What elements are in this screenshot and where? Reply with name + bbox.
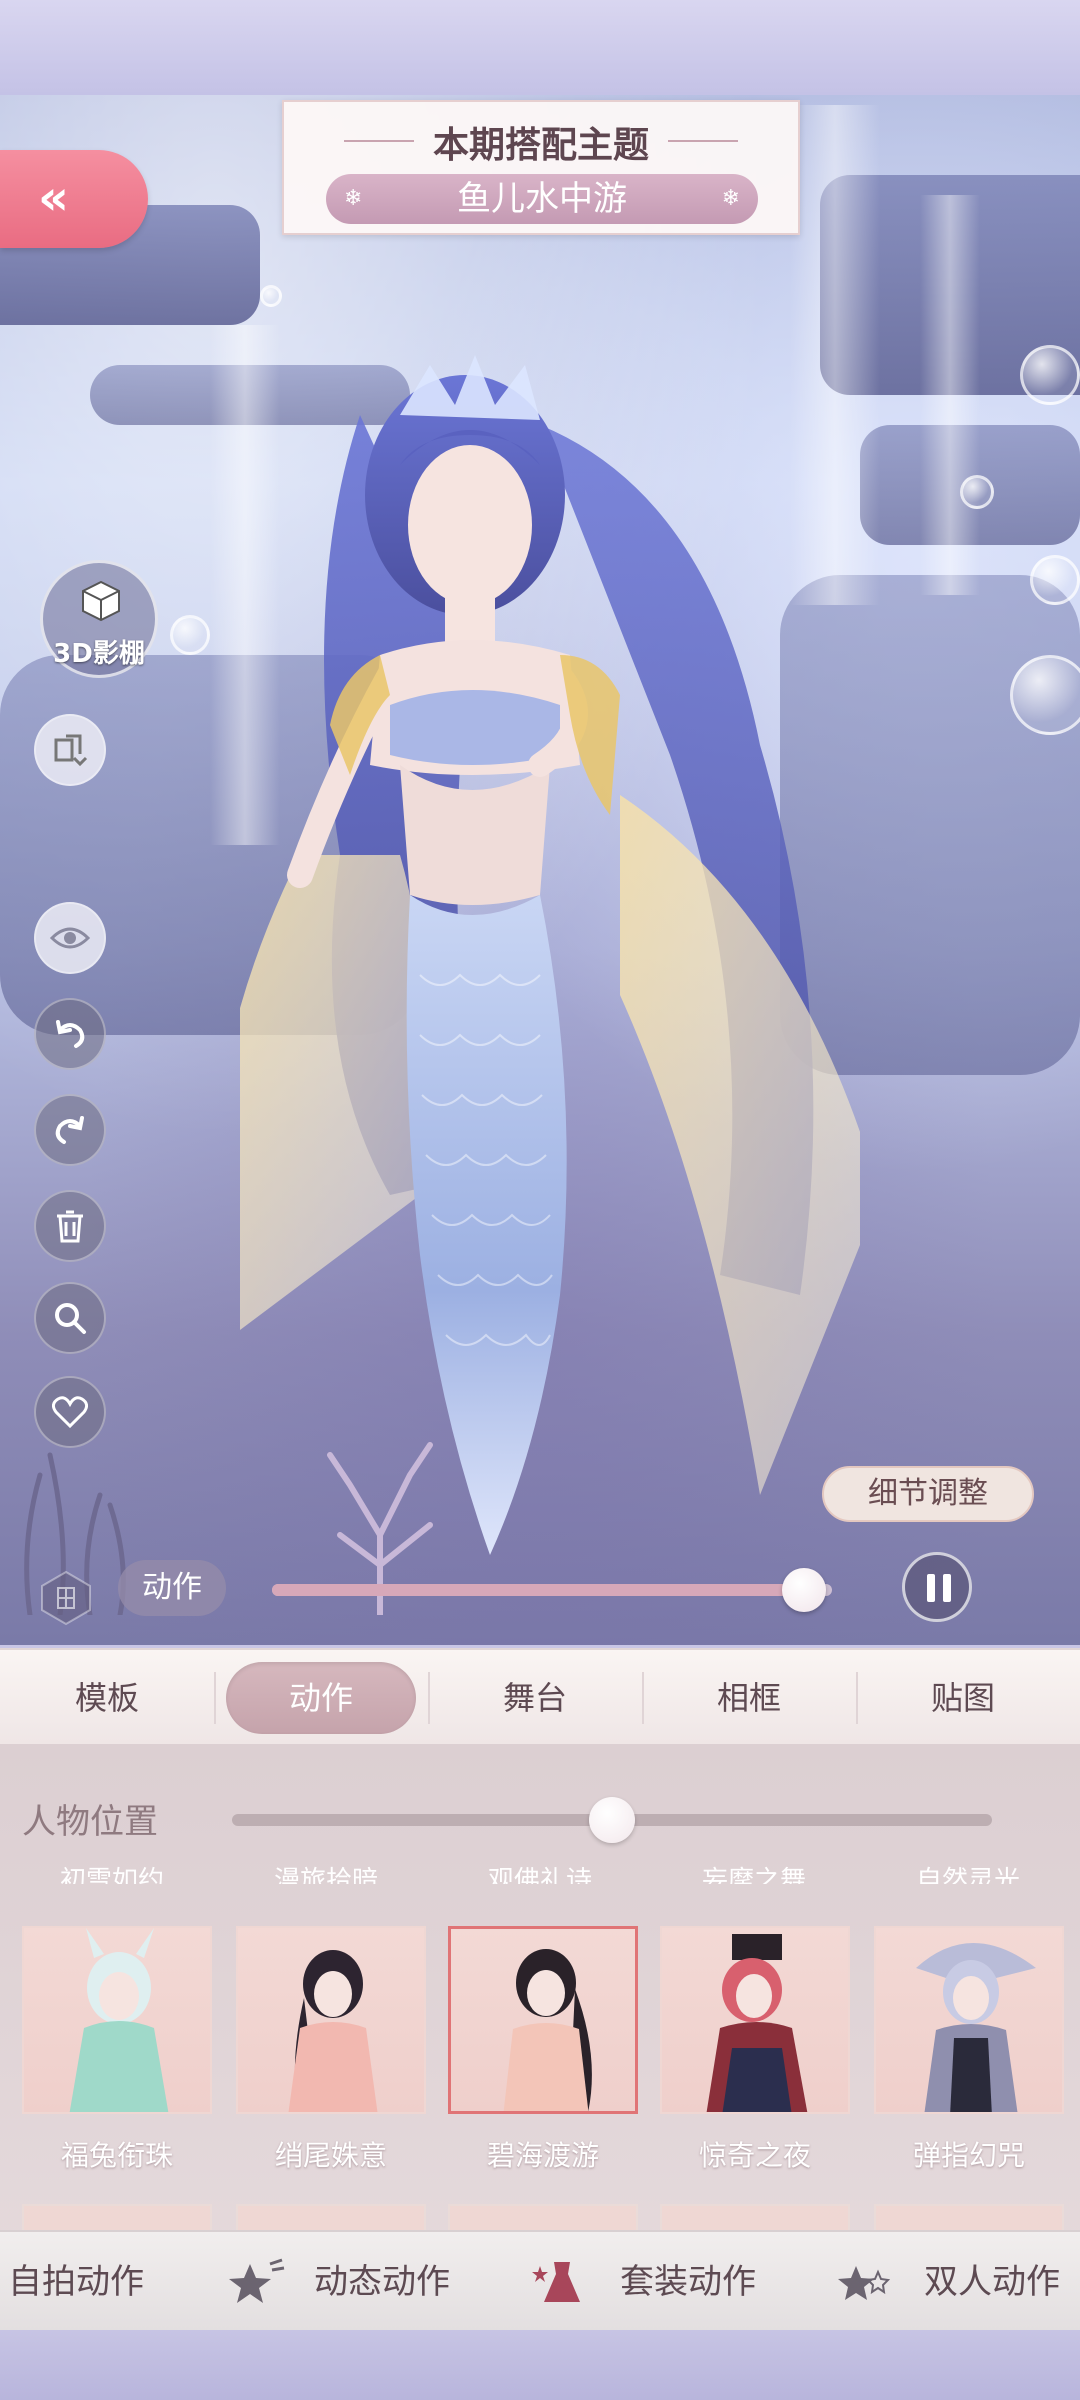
bubble-decoration — [1030, 555, 1080, 605]
row-label: 自然灵光 — [915, 1866, 1020, 1884]
tab-stage[interactable]: 舞台 — [428, 1650, 642, 1746]
nav-dynamic-action[interactable]: 动态动作 — [226, 2232, 450, 2332]
light-pillar — [920, 195, 980, 595]
divider — [668, 140, 738, 142]
heart-icon — [52, 1396, 88, 1428]
swap-pose-icon — [54, 734, 88, 767]
zoom-button[interactable] — [34, 1282, 106, 1354]
tab-label: 相框 — [716, 1679, 781, 1717]
theme-banner: 本期搭配主题 ❄ 鱼儿水中游 ❄ — [282, 100, 800, 235]
pause-button[interactable] — [902, 1552, 972, 1622]
cube-icon — [82, 580, 120, 622]
trash-icon — [57, 1210, 83, 1243]
undo-button[interactable] — [34, 998, 106, 1070]
top-status-strip — [0, 0, 1080, 95]
action-progress-slider[interactable] — [272, 1568, 832, 1612]
3d-studio-button[interactable]: 3D影棚 — [40, 560, 158, 678]
theme-name-pill: ❄ 鱼儿水中游 ❄ — [326, 174, 758, 224]
double-star-icon — [838, 2266, 891, 2300]
theme-title: 本期搭配主题 — [432, 124, 649, 166]
favorite-button[interactable] — [34, 1376, 106, 1448]
pose-thumbnail — [69, 1928, 169, 2112]
position-label: 人物位置 — [22, 1802, 158, 1842]
tab-sticker[interactable]: 贴图 — [856, 1650, 1070, 1746]
bubble-decoration — [170, 615, 210, 655]
character-model[interactable] — [240, 295, 860, 1645]
pose-card[interactable] — [874, 1926, 1064, 2114]
bubble-decoration — [960, 475, 994, 509]
row-label: 妄摩之舞 — [701, 1866, 806, 1884]
tab-label: 动作 — [288, 1679, 353, 1717]
pose-thumbnail — [503, 1949, 592, 2111]
pose-name: 碧海渡游 — [486, 2139, 599, 2172]
redo-icon — [55, 1116, 84, 1144]
tab-template[interactable]: 模板 — [0, 1650, 214, 1746]
tab-action[interactable]: 动作 — [214, 1650, 428, 1746]
3d-studio-label: 3D影棚 — [53, 639, 145, 669]
detail-adjust-button[interactable]: 细节调整 — [822, 1466, 1034, 1522]
nav-label: 双人动作 — [924, 2262, 1060, 2302]
row-label: 漫旅拾暗 — [273, 1866, 378, 1884]
action-label: 动作 — [118, 1560, 226, 1616]
action-type-nav: 自拍动作 动态动作 套装动作 双人动作 — [0, 2230, 1080, 2330]
row-label: 初雪如约 — [59, 1866, 164, 1884]
tab-label: 模板 — [74, 1679, 139, 1717]
pose-card-selected[interactable] — [448, 1926, 638, 2114]
tab-label: 贴图 — [930, 1679, 995, 1717]
double-chevron-left-icon: « — [38, 170, 70, 226]
dress-star-icon — [532, 2262, 580, 2302]
nav-label: 自拍动作 — [8, 2262, 144, 2302]
pose-card[interactable] — [22, 1926, 212, 2114]
pose-name: 绡尾姝意 — [274, 2139, 387, 2172]
tab-frame[interactable]: 相框 — [642, 1650, 856, 1746]
pose-card[interactable] — [236, 1926, 426, 2114]
scene-viewport[interactable] — [0, 95, 1080, 1645]
swap-pose-button[interactable] — [34, 714, 106, 786]
redo-button[interactable] — [34, 1094, 106, 1166]
nav-outfit-action[interactable]: 套装动作 — [532, 2232, 756, 2332]
bubble-decoration — [1020, 345, 1080, 405]
progress-fill — [272, 1584, 804, 1596]
pose-card[interactable] — [660, 1926, 850, 2114]
nav-selfie-action[interactable]: 自拍动作 — [8, 2232, 144, 2332]
pose-name: 惊奇之夜 — [698, 2139, 811, 2172]
row-label: 观佛礼诗 — [487, 1866, 592, 1884]
snowflake-icon: ❄ — [344, 186, 363, 211]
snowflake-icon: ❄ — [721, 186, 740, 211]
undo-icon — [56, 1020, 85, 1048]
visibility-button[interactable] — [34, 902, 106, 974]
pose-name: 福兔衔珠 — [60, 2139, 173, 2172]
previous-row-labels: 初雪如约 漫旅拾暗 观佛礼诗 妄摩之舞 自然灵光 — [0, 1864, 1080, 1894]
pose-thumbnail — [706, 1934, 808, 2112]
star-icon — [229, 2258, 285, 2303]
category-tabs: 模板 动作 舞台 相框 贴图 — [0, 1648, 1080, 1744]
position-knob[interactable] — [589, 1797, 635, 1843]
eye-icon — [50, 927, 90, 949]
pause-icon — [927, 1574, 935, 1602]
search-icon — [55, 1303, 86, 1334]
back-button[interactable]: « — [0, 150, 148, 248]
pose-thumbnail — [916, 1943, 1036, 2112]
pose-thumbnail — [288, 1950, 378, 2112]
pose-name: 弹指幻咒 — [912, 2139, 1025, 2172]
tab-label: 舞台 — [502, 1679, 567, 1717]
theme-name: 鱼儿水中游 — [457, 179, 627, 219]
bottom-decoration-strip — [0, 2330, 1080, 2400]
nav-duo-action[interactable]: 双人动作 — [836, 2232, 1060, 2332]
nav-label: 动态动作 — [314, 2262, 450, 2302]
pause-icon — [943, 1574, 951, 1602]
bubble-decoration — [1010, 655, 1080, 735]
delete-button[interactable] — [34, 1190, 106, 1262]
grid-toggle-icon[interactable] — [36, 1568, 96, 1628]
nav-label: 套装动作 — [620, 2262, 756, 2302]
progress-knob[interactable] — [782, 1568, 826, 1612]
position-slider[interactable] — [232, 1797, 992, 1843]
